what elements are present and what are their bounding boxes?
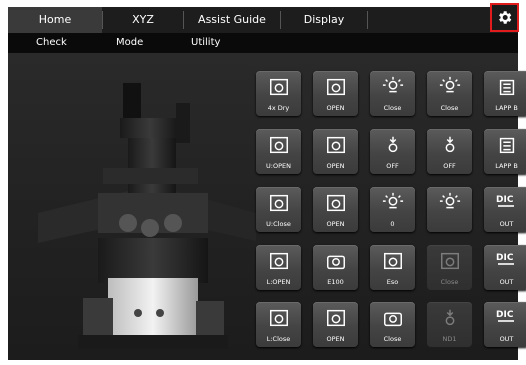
control-button[interactable]: DIC OUT	[484, 302, 526, 347]
button-label: LAPP B	[495, 162, 518, 170]
home-panel: 4x Dry OPEN Close Close LAPP B U:OPEN OPEN OFF O…	[8, 53, 526, 360]
upper-port-open-icon	[256, 132, 301, 158]
lapp-1-icon	[484, 74, 526, 100]
button-label: LAPP B	[495, 104, 518, 112]
control-button[interactable]: Close	[427, 71, 472, 116]
svg-text:DIC: DIC	[496, 195, 514, 205]
button-label: Close	[383, 335, 402, 343]
control-button[interactable]: Close	[370, 302, 415, 347]
button-label: OUT	[499, 335, 514, 343]
button-label: 4x Dry	[267, 104, 290, 112]
camera-eyepiece-icon	[313, 248, 358, 274]
slider-close-icon	[427, 248, 472, 274]
dic-p-icon: DIC	[484, 305, 526, 331]
button-label: L:Close	[266, 335, 291, 343]
tab-display[interactable]: Display	[281, 7, 367, 33]
button-label: 0	[390, 220, 395, 228]
subtab-mode[interactable]: Mode	[116, 33, 143, 53]
button-label: OPEN	[326, 104, 345, 112]
intensity-low-icon	[427, 190, 472, 216]
lower-port-close-icon	[256, 305, 301, 331]
button-label: Close	[440, 104, 459, 112]
tab-home[interactable]: Home	[8, 7, 102, 33]
button-label: Close	[440, 278, 459, 286]
control-button[interactable]: OPEN	[313, 187, 358, 232]
control-button[interactable]: 0	[370, 187, 415, 232]
filter-down-icon	[370, 132, 415, 158]
control-button[interactable]: 4x Dry	[256, 71, 301, 116]
tab-divider	[367, 11, 368, 29]
button-label: OPEN	[326, 162, 345, 170]
control-button[interactable]: U:Close	[256, 187, 301, 232]
epi-lamp-close-icon	[427, 74, 472, 100]
tab-xyz[interactable]: XYZ	[103, 7, 183, 33]
filter-up-icon	[427, 132, 472, 158]
lapp-2-icon	[484, 132, 526, 158]
port-1-open-icon	[313, 132, 358, 158]
ex-shutter-open-icon	[313, 305, 358, 331]
control-button[interactable]	[427, 187, 472, 232]
control-button[interactable]: LAPP B	[484, 129, 526, 174]
control-button[interactable]: OPEN	[313, 129, 358, 174]
button-label: OUT	[499, 220, 514, 228]
button-label: OFF	[386, 162, 399, 170]
subtab-check[interactable]: Check	[36, 33, 67, 53]
lamp-close-icon	[370, 74, 415, 100]
objective-dry-icon	[256, 74, 301, 100]
dic-a-icon: DIC	[484, 248, 526, 274]
settings-button[interactable]	[490, 3, 519, 32]
svg-text:DIC: DIC	[496, 253, 514, 263]
control-button: Close	[427, 245, 472, 290]
control-button[interactable]: U:OPEN	[256, 129, 301, 174]
app-window: Home XYZ Assist Guide Display Check Mode…	[0, 0, 526, 365]
nd-filter-icon	[427, 305, 472, 331]
control-button[interactable]: OPEN	[313, 71, 358, 116]
subtab-utility[interactable]: Utility	[191, 33, 220, 53]
main-tab-bar: Home XYZ Assist Guide Display	[8, 7, 518, 33]
button-label: OFF	[443, 162, 456, 170]
control-button[interactable]: Close	[370, 71, 415, 116]
button-label: OUT	[499, 278, 514, 286]
control-button: ND1	[427, 302, 472, 347]
control-button[interactable]: OFF	[370, 129, 415, 174]
camera-close-icon	[370, 305, 415, 331]
control-button[interactable]: L:Close	[256, 302, 301, 347]
svg-text:DIC: DIC	[496, 310, 514, 320]
button-label: L:OPEN	[266, 278, 291, 286]
button-label: U:Close	[266, 220, 291, 228]
eso-icon	[370, 248, 415, 274]
control-button[interactable]: DIC OUT	[484, 187, 526, 232]
upper-port-close-icon	[256, 190, 301, 216]
microscope-image	[38, 83, 256, 349]
port-2-open-icon	[313, 190, 358, 216]
intensity-icon	[370, 190, 415, 216]
button-label: ND1	[442, 335, 457, 343]
sub-tab-bar: Check Mode Utility	[8, 33, 518, 53]
button-label: E100	[327, 278, 344, 286]
button-label: OPEN	[326, 335, 345, 343]
control-button[interactable]: LAPP B	[484, 71, 526, 116]
gear-icon	[499, 11, 512, 24]
dic-icon: DIC	[484, 190, 526, 216]
control-button[interactable]: OFF	[427, 129, 472, 174]
button-label: U:OPEN	[266, 162, 291, 170]
tab-assist-guide[interactable]: Assist Guide	[184, 7, 280, 33]
control-button[interactable]: Eso	[370, 245, 415, 290]
button-label: Close	[383, 104, 402, 112]
control-button[interactable]: DIC OUT	[484, 245, 526, 290]
control-button[interactable]: E100	[313, 245, 358, 290]
shutter-open-icon	[313, 74, 358, 100]
button-label: Eso	[386, 278, 399, 286]
lower-port-open-icon	[256, 248, 301, 274]
control-button[interactable]: L:OPEN	[256, 245, 301, 290]
button-label: OPEN	[326, 220, 345, 228]
control-button[interactable]: OPEN	[313, 302, 358, 347]
